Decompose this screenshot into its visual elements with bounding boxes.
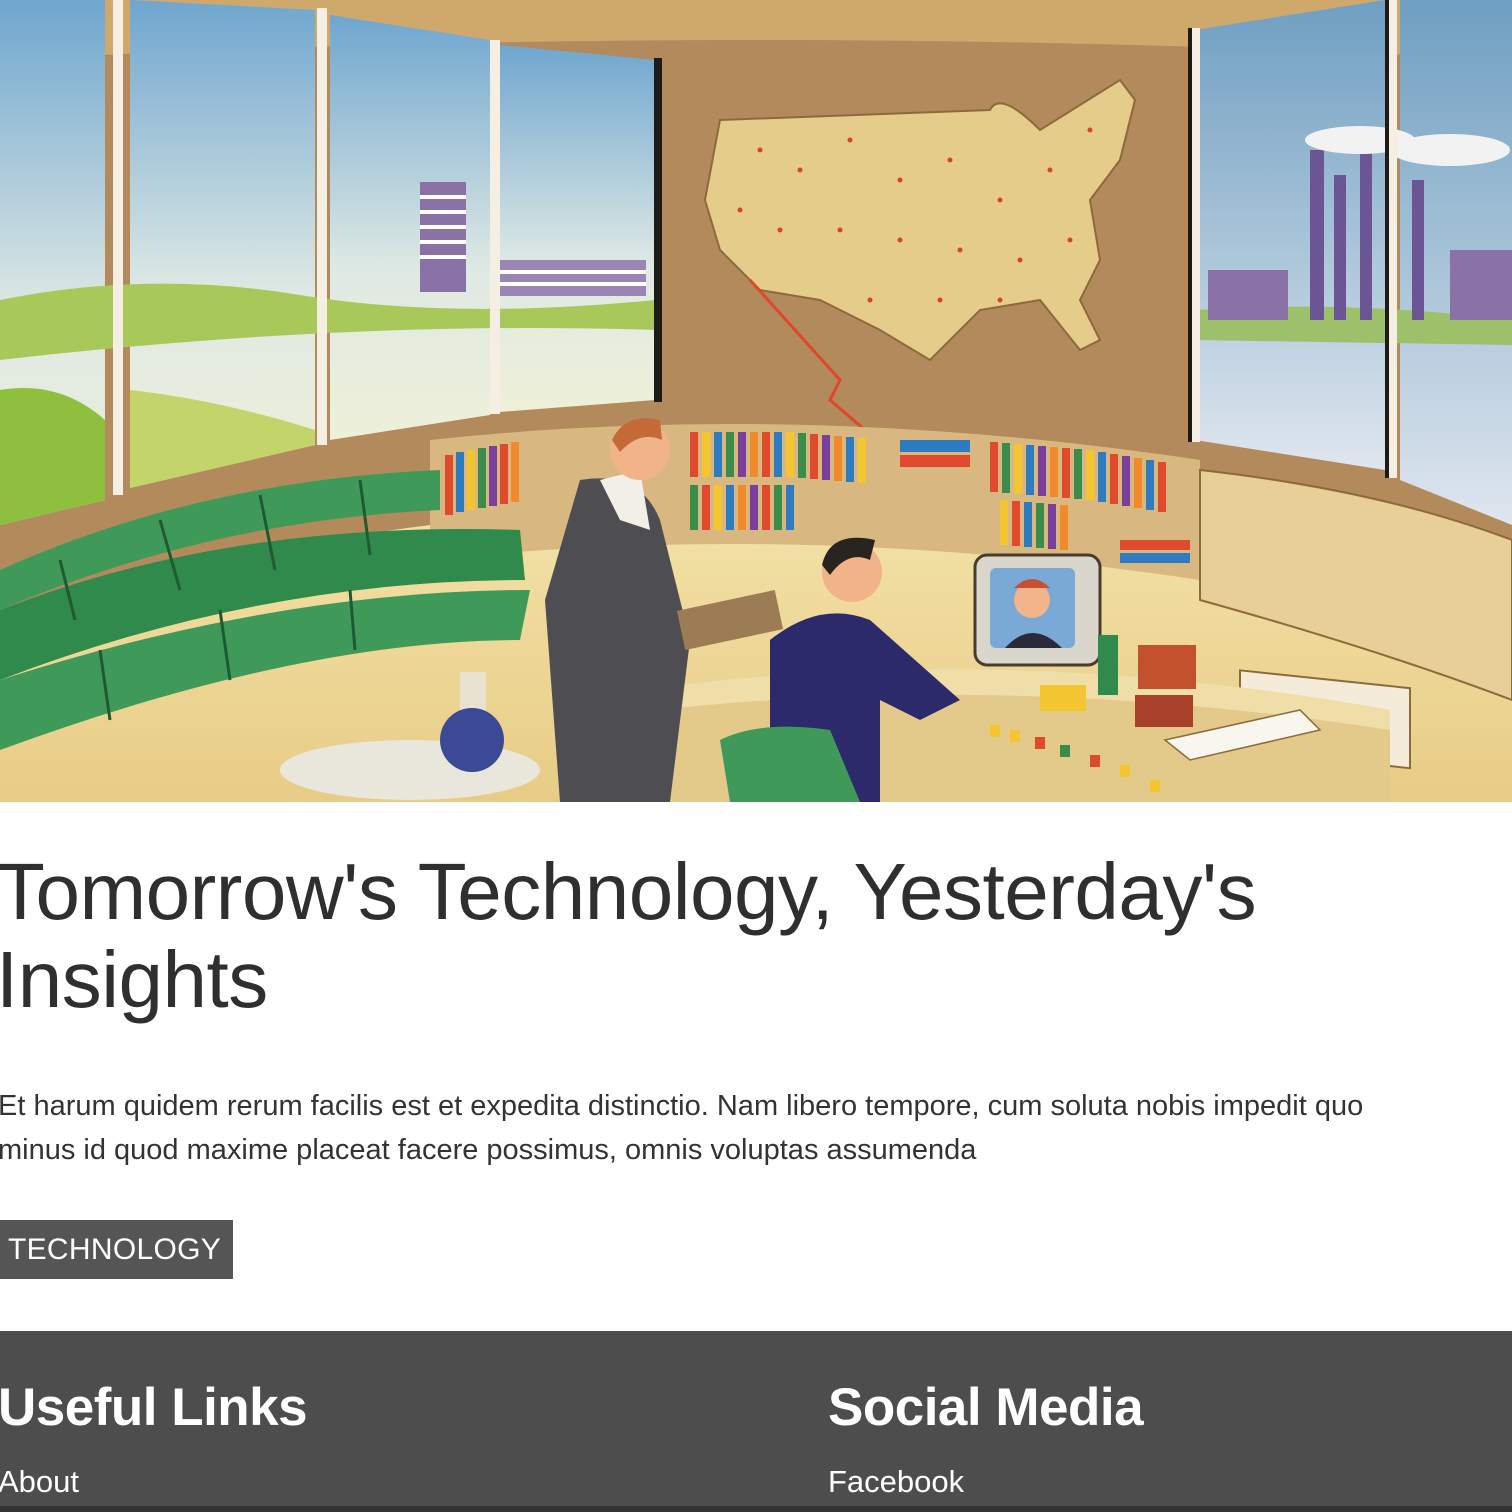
excerpt-line: Et harum quidem rerum facilis est et exp… — [0, 1090, 1364, 1122]
article-title[interactable]: Tomorrow's Technology, Yesterday's Insig… — [0, 848, 1496, 1024]
footer-link-about[interactable]: About — [0, 1464, 79, 1500]
category-tag[interactable]: TECHNOLOGY — [0, 1220, 234, 1279]
page: Tomorrow's Technology, Yesterday's Insig… — [0, 0, 1512, 1512]
footer-link-facebook[interactable]: Facebook — [828, 1464, 964, 1500]
excerpt-line: minus id quod maxime placeat facere poss… — [0, 1134, 977, 1166]
article-card: Tomorrow's Technology, Yesterday's Insig… — [0, 802, 1512, 1332]
retro-office-illustration — [0, 0, 1512, 802]
useful-links-heading: Useful Links — [0, 1378, 308, 1437]
article-excerpt: Et harum quidem rerum facilis est et exp… — [0, 1084, 1512, 1172]
hero-image — [0, 0, 1512, 802]
social-media-heading: Social Media — [828, 1378, 1144, 1437]
site-footer: Useful Links About Social Media Facebook — [0, 1331, 1512, 1512]
